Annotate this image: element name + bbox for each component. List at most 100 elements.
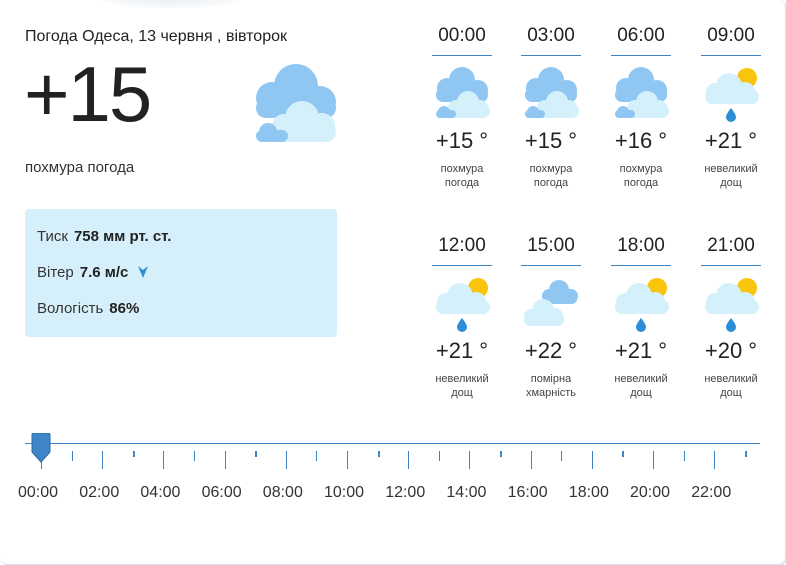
humidity-label: Вологість [37, 300, 104, 317]
slider-time-label[interactable]: 14:00 [446, 484, 486, 502]
sun-cloud-rain-icon [701, 64, 761, 122]
pressure-value: 758 мм рт. ст. [73, 228, 172, 245]
hourly-time: 21:00 [707, 235, 755, 256]
slider-tick [530, 451, 532, 469]
hourly-time: 15:00 [527, 235, 575, 256]
hourly-temperature: +21 ° [614, 338, 668, 363]
pressure-label: Тиск [37, 228, 68, 245]
slider-time-label[interactable]: 22:00 [691, 484, 731, 502]
hourly-temperature: +22 ° [524, 338, 578, 363]
slider-tick [224, 451, 226, 469]
current-description: похмура погода [25, 159, 135, 176]
slider-time-label[interactable]: 00:00 [18, 484, 58, 502]
slider-tick [255, 451, 258, 457]
slider-tick [469, 451, 471, 469]
cloudy-icon [521, 64, 581, 122]
hourly-time: 09:00 [707, 25, 755, 46]
slider-time-label[interactable]: 08:00 [263, 484, 303, 502]
hourly-item: 06:00 +16 ° похмура погода [611, 25, 671, 190]
divider [432, 265, 492, 266]
wind-direction-arrow-icon [138, 266, 149, 281]
cloudy-icon [432, 64, 492, 122]
slider-tick [316, 451, 318, 461]
slider-tick [622, 451, 625, 457]
slider-tick [102, 451, 104, 469]
hourly-temperature: +20 ° [704, 338, 758, 363]
slider-tick [744, 451, 747, 457]
divider [521, 55, 581, 56]
slider-tick [500, 451, 502, 457]
page-title: Погода Одеса, 13 червня , вівторок [25, 28, 287, 45]
slider-time-label[interactable]: 06:00 [202, 484, 242, 502]
hourly-description: похмура погода [440, 163, 484, 189]
slider-tick [285, 451, 287, 469]
sun-cloud-rain-icon [611, 274, 671, 332]
wind-label: Вітер [37, 264, 74, 281]
hourly-item: 09:00 +21 ° невеликий дощ [701, 25, 761, 190]
slider-tick [653, 451, 654, 469]
hourly-time: 12:00 [438, 235, 486, 256]
sun-cloud-rain-icon [432, 274, 492, 332]
divider [521, 265, 581, 266]
hourly-item: 00:00 +15 ° похмура погода [432, 25, 492, 190]
details-panel: Тиск 758 мм рт. ст. Вітер 7.6 м/с Вологіст… [25, 209, 337, 337]
slider-time-label[interactable]: 12:00 [385, 484, 425, 502]
pressure-row: Тиск 758 мм рт. ст. [37, 228, 171, 245]
slider-time-label[interactable]: 16:00 [508, 484, 548, 502]
wind-value: 7.6 м/с [79, 264, 129, 281]
hourly-description: невеликий дощ [435, 373, 489, 399]
hourly-description: похмура погода [529, 163, 573, 189]
hourly-temperature: +15 ° [524, 128, 578, 153]
slider-tick [377, 451, 380, 457]
divider [432, 55, 492, 56]
slider-tick [132, 451, 135, 457]
hourly-item: 03:00 +15 ° похмура погода [521, 25, 581, 190]
hourly-description: невеликий дощ [704, 373, 758, 399]
hourly-item: 21:00 +20 ° невеликий дощ [701, 235, 761, 400]
divider [701, 265, 761, 266]
slider-time-label[interactable]: 20:00 [630, 484, 670, 502]
slider-time-label[interactable]: 04:00 [140, 484, 180, 502]
slider-tick [71, 451, 73, 461]
slider-time-label[interactable]: 10:00 [324, 484, 364, 502]
hourly-time: 03:00 [527, 25, 575, 46]
slider-tick [408, 451, 410, 469]
hourly-time: 06:00 [617, 25, 665, 46]
humidity-row: Вологість 86% [37, 300, 139, 317]
sun-cloud-rain-icon [701, 274, 761, 332]
hourly-item: 18:00 +21 ° невеликий дощ [611, 235, 671, 400]
divider [701, 55, 761, 56]
hourly-temperature: +15 ° [435, 128, 489, 153]
hourly-item: 15:00 +22 ° помірна хмарність [521, 235, 581, 400]
slider-tick [561, 451, 563, 461]
hourly-description: помірна хмарність [525, 373, 577, 399]
hourly-time: 18:00 [617, 235, 665, 256]
slider-time-label[interactable]: 02:00 [79, 484, 119, 502]
divider [611, 265, 671, 266]
cloudy-icon [256, 64, 336, 142]
hourly-time: 00:00 [438, 25, 486, 46]
current-temperature: +15 [24, 50, 152, 138]
humidity-value: 86% [109, 300, 140, 317]
slider-time-label[interactable]: 18:00 [569, 484, 609, 502]
slider-tick [591, 451, 593, 469]
cloudy-icon [611, 64, 671, 122]
hourly-description: невеликий дощ [704, 163, 758, 189]
slider-tick [683, 451, 685, 461]
hourly-description: похмура погода [619, 163, 663, 189]
partly-cloudy-icon [521, 274, 581, 332]
wind-row: Вітер 7.6 м/с [37, 264, 149, 281]
time-slider-handle[interactable] [30, 433, 52, 463]
hourly-temperature: +16 ° [614, 128, 668, 153]
slider-tick [347, 451, 348, 469]
hourly-temperature: +21 ° [435, 338, 489, 363]
slider-tick [163, 451, 165, 469]
hourly-item: 12:00 +21 ° невеликий дощ [432, 235, 492, 400]
hourly-temperature: +21 ° [704, 128, 758, 153]
slider-tick [438, 451, 440, 461]
time-slider-track[interactable] [25, 443, 760, 444]
divider [611, 55, 671, 56]
slider-tick [714, 451, 716, 469]
slider-tick [194, 451, 195, 461]
hourly-description: невеликий дощ [614, 373, 668, 399]
